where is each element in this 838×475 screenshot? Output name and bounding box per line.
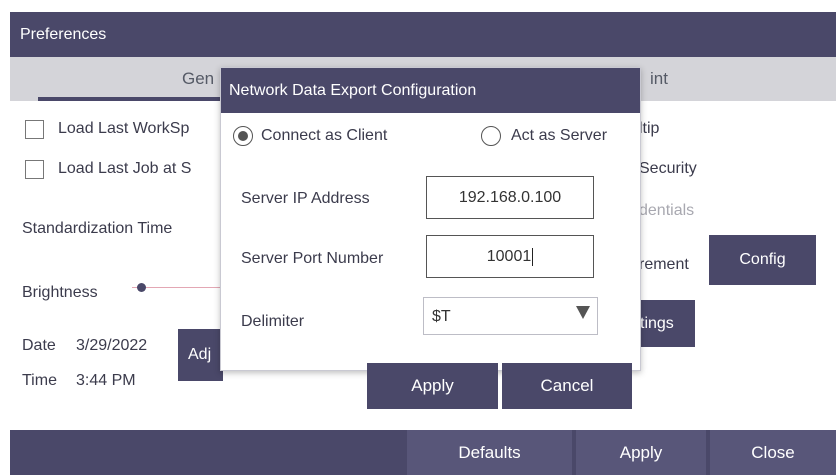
- dialog-apply-button[interactable]: Apply: [367, 363, 498, 409]
- load-last-workspace-label: Load Last WorkSp: [58, 120, 190, 137]
- network-export-dialog: Network Data Export Configuration Connec…: [220, 67, 641, 371]
- apply-button-label: Apply: [619, 442, 663, 462]
- time-label: Time: [22, 372, 57, 389]
- tab-print[interactable]: int: [650, 69, 668, 89]
- server-port-input[interactable]: 10001: [426, 235, 594, 278]
- active-tab-indicator: [38, 97, 228, 101]
- adjust-datetime-button[interactable]: Adj: [178, 329, 223, 381]
- dropdown-arrow-icon[interactable]: [576, 306, 590, 319]
- load-last-job-checkbox[interactable]: [25, 160, 44, 179]
- date-label: Date: [22, 337, 56, 354]
- load-last-workspace-checkbox[interactable]: [25, 120, 44, 139]
- time-value: 3:44 PM: [76, 372, 136, 389]
- credentials-label: dentials: [639, 202, 695, 219]
- server-port-value: 10001: [486, 247, 532, 265]
- delimiter-select[interactable]: $T: [423, 297, 598, 335]
- delimiter-value: $T: [432, 308, 451, 325]
- load-last-job-label: Load Last Job at S: [58, 160, 192, 177]
- dialog-title: Network Data Export Configuration: [229, 81, 477, 99]
- radio-selected-dot: [238, 131, 248, 141]
- close-button-label: Close: [751, 442, 795, 462]
- server-ip-label: Server IP Address: [241, 190, 370, 207]
- server-ip-input[interactable]: 192.168.0.100: [426, 176, 594, 219]
- act-as-server-label[interactable]: Act as Server: [511, 127, 607, 145]
- window-title: Preferences: [20, 25, 107, 43]
- security-label: Security: [639, 160, 697, 177]
- settings-button-label: tings: [640, 314, 674, 332]
- date-value: 3/29/2022: [76, 337, 148, 354]
- window-titlebar: Preferences: [10, 12, 836, 57]
- config-button[interactable]: Config: [709, 235, 816, 285]
- server-ip-value: 192.168.0.100: [458, 188, 562, 206]
- dialog-apply-label: Apply: [411, 376, 454, 395]
- dialog-cancel-label: Cancel: [540, 376, 594, 395]
- brightness-slider-handle[interactable]: [137, 283, 146, 292]
- tab-general[interactable]: Gen: [182, 69, 214, 89]
- measurement-label: rement: [639, 256, 689, 273]
- bottom-bar: Defaults Apply Close: [10, 430, 836, 475]
- dialog-cancel-button[interactable]: Cancel: [502, 363, 632, 409]
- connect-as-client-radio[interactable]: [233, 126, 253, 146]
- dialog-titlebar: Network Data Export Configuration: [221, 68, 640, 113]
- defaults-button-label: Defaults: [458, 442, 521, 462]
- connect-as-client-label[interactable]: Connect as Client: [261, 127, 387, 145]
- config-button-label: Config: [739, 251, 786, 268]
- tooltip-label: ltip: [639, 120, 660, 137]
- brightness-slider-track[interactable]: [132, 287, 232, 288]
- brightness-label: Brightness: [22, 284, 98, 301]
- text-cursor: [532, 247, 534, 266]
- defaults-button[interactable]: Defaults: [407, 430, 572, 475]
- apply-button[interactable]: Apply: [576, 430, 706, 475]
- delimiter-label: Delimiter: [241, 313, 305, 330]
- adjust-datetime-label: Adj: [188, 346, 212, 363]
- server-port-label: Server Port Number: [241, 250, 384, 267]
- act-as-server-radio[interactable]: [481, 126, 501, 146]
- close-button[interactable]: Close: [710, 430, 836, 475]
- standardization-time-label: Standardization Time: [22, 220, 173, 237]
